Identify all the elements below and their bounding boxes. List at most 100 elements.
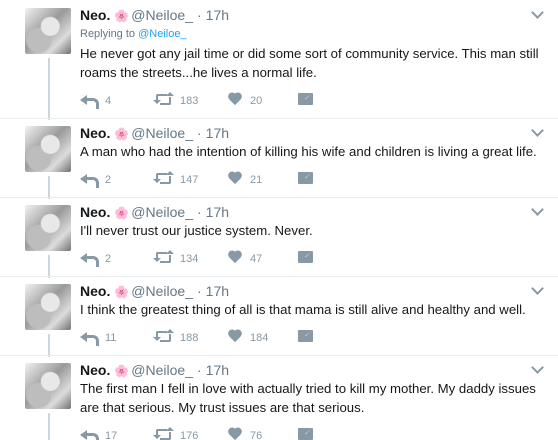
reply-count: 17 bbox=[105, 430, 118, 440]
reply-icon bbox=[80, 93, 99, 109]
avatar[interactable] bbox=[25, 205, 71, 251]
chevron-down-icon[interactable] bbox=[531, 203, 544, 216]
flower-emoji-icon: 🌸 bbox=[114, 9, 130, 23]
tweet-header: Neo. 🌸 @Neiloe_ · 17h bbox=[80, 6, 229, 24]
reply-count: 4 bbox=[105, 95, 112, 107]
author-handle[interactable]: @Neiloe_ bbox=[131, 204, 193, 220]
tweet-header: Neo. 🌸 @Neiloe_ · 17h bbox=[80, 282, 229, 300]
tweet-header: Neo. 🌸 @Neiloe_ · 17h bbox=[80, 203, 229, 221]
chevron-down-icon[interactable] bbox=[531, 282, 544, 295]
reply-button[interactable]: 17 bbox=[80, 426, 117, 440]
chevron-down-icon[interactable] bbox=[531, 6, 544, 19]
heart-icon bbox=[229, 251, 243, 264]
retweet-count: 147 bbox=[180, 174, 199, 186]
reply-count: 2 bbox=[105, 174, 112, 186]
author-handle[interactable]: @Neiloe_ bbox=[131, 125, 193, 141]
dm-button[interactable] bbox=[298, 170, 313, 186]
reply-icon bbox=[80, 172, 99, 188]
separator-dot: · bbox=[196, 362, 202, 378]
reply-count: 11 bbox=[105, 332, 117, 344]
envelope-icon bbox=[298, 428, 313, 440]
replying-to: Replying to @Neiloe_ bbox=[80, 27, 187, 41]
author-handle[interactable]: @Neiloe_ bbox=[131, 283, 193, 299]
avatar[interactable] bbox=[25, 284, 71, 330]
reply-icon bbox=[80, 330, 99, 346]
author-name[interactable]: Neo. bbox=[80, 204, 110, 220]
author-name[interactable]: Neo. bbox=[80, 7, 110, 23]
reply-button[interactable]: 11 bbox=[80, 328, 117, 346]
like-button[interactable]: 47 bbox=[229, 249, 262, 265]
retweet-button[interactable]: 188 bbox=[153, 328, 198, 344]
timestamp[interactable]: 17h bbox=[206, 362, 229, 378]
tweet-text: The first man I fell in love with actual… bbox=[80, 381, 536, 415]
tweet-text: A man who had the intention of killing h… bbox=[80, 144, 537, 159]
avatar[interactable] bbox=[25, 363, 71, 409]
separator-dot: · bbox=[196, 7, 202, 23]
reply-button[interactable]: 2 bbox=[80, 249, 111, 267]
retweet-icon bbox=[153, 92, 174, 106]
author-name[interactable]: Neo. bbox=[80, 125, 110, 141]
mention-link[interactable]: @Neiloe_ bbox=[138, 28, 186, 40]
tweet-text: He never got any jail time or did some s… bbox=[80, 46, 539, 80]
replying-to-label: Replying to bbox=[80, 28, 136, 40]
timestamp[interactable]: 17h bbox=[206, 7, 229, 23]
retweet-icon bbox=[153, 329, 174, 343]
envelope-icon bbox=[298, 330, 313, 342]
chevron-down-icon[interactable] bbox=[531, 361, 544, 374]
retweet-count: 134 bbox=[180, 253, 199, 265]
reply-icon bbox=[80, 428, 99, 440]
reply-button[interactable]: 4 bbox=[80, 91, 112, 109]
like-count: 47 bbox=[250, 253, 263, 265]
flower-emoji-icon: 🌸 bbox=[114, 285, 130, 299]
tweet-text: I'll never trust our justice system. Nev… bbox=[80, 223, 313, 238]
dm-button[interactable] bbox=[298, 426, 313, 440]
reply-icon bbox=[80, 251, 99, 267]
like-button[interactable]: 184 bbox=[229, 328, 268, 344]
tweet-header: Neo. 🌸 @Neiloe_ · 17h bbox=[80, 361, 229, 379]
flower-emoji-icon: 🌸 bbox=[114, 364, 130, 378]
envelope-icon bbox=[298, 93, 313, 105]
like-button[interactable]: 76 bbox=[229, 426, 262, 440]
like-count: 21 bbox=[250, 174, 263, 186]
timestamp[interactable]: 17h bbox=[206, 125, 229, 141]
tweet[interactable]: Neo. 🌸 @Neiloe_ · 17h Replying to @Neiloe_ H… bbox=[0, 0, 558, 118]
dm-button[interactable] bbox=[298, 91, 313, 107]
separator-dot: · bbox=[196, 283, 202, 299]
retweet-count: 183 bbox=[180, 95, 199, 107]
author-handle[interactable]: @Neiloe_ bbox=[131, 362, 193, 378]
dm-button[interactable] bbox=[298, 328, 313, 344]
separator-dot: · bbox=[196, 204, 202, 220]
like-button[interactable]: 21 bbox=[229, 170, 262, 186]
reply-button[interactable]: 2 bbox=[80, 170, 112, 188]
avatar[interactable] bbox=[25, 126, 71, 172]
like-count: 76 bbox=[250, 430, 263, 440]
envelope-icon bbox=[298, 251, 313, 263]
retweet-icon bbox=[153, 171, 174, 185]
dm-button[interactable] bbox=[298, 249, 313, 265]
tweet-text: I think the greatest thing of all is tha… bbox=[80, 302, 526, 317]
author-name[interactable]: Neo. bbox=[80, 362, 110, 378]
chevron-down-icon[interactable] bbox=[531, 124, 544, 137]
retweet-count: 176 bbox=[180, 430, 199, 440]
author-handle[interactable]: @Neiloe_ bbox=[131, 7, 193, 23]
tweet-thread: Neo. 🌸 @Neiloe_ · 17h Replying to @Neiloe_ H… bbox=[0, 0, 558, 440]
retweet-icon bbox=[153, 427, 174, 440]
tweet[interactable]: Neo. 🌸 @Neiloe_ · 17h I'll never trust our j… bbox=[0, 198, 558, 276]
tweet-header: Neo. 🌸 @Neiloe_ · 17h bbox=[80, 124, 229, 142]
timestamp[interactable]: 17h bbox=[206, 204, 229, 220]
heart-icon bbox=[229, 330, 243, 343]
timestamp[interactable]: 17h bbox=[206, 283, 229, 299]
retweet-button[interactable]: 183 bbox=[153, 91, 199, 107]
tweet[interactable]: Neo. 🌸 @Neiloe_ · 17h A man who had the inte… bbox=[0, 119, 558, 197]
retweet-button[interactable]: 176 bbox=[153, 426, 199, 440]
avatar[interactable] bbox=[25, 8, 71, 54]
retweet-button[interactable]: 134 bbox=[153, 249, 199, 265]
like-button[interactable]: 20 bbox=[229, 91, 262, 107]
heart-icon bbox=[229, 428, 243, 440]
like-count: 20 bbox=[250, 95, 263, 107]
tweet[interactable]: Neo. 🌸 @Neiloe_ · 17h I think the greatest t… bbox=[0, 277, 558, 355]
retweet-button[interactable]: 147 bbox=[153, 170, 199, 186]
tweet[interactable]: Neo. 🌸 @Neiloe_ · 17h The first man I fell i… bbox=[0, 356, 558, 440]
flower-emoji-icon: 🌸 bbox=[114, 206, 130, 220]
author-name[interactable]: Neo. bbox=[80, 283, 110, 299]
